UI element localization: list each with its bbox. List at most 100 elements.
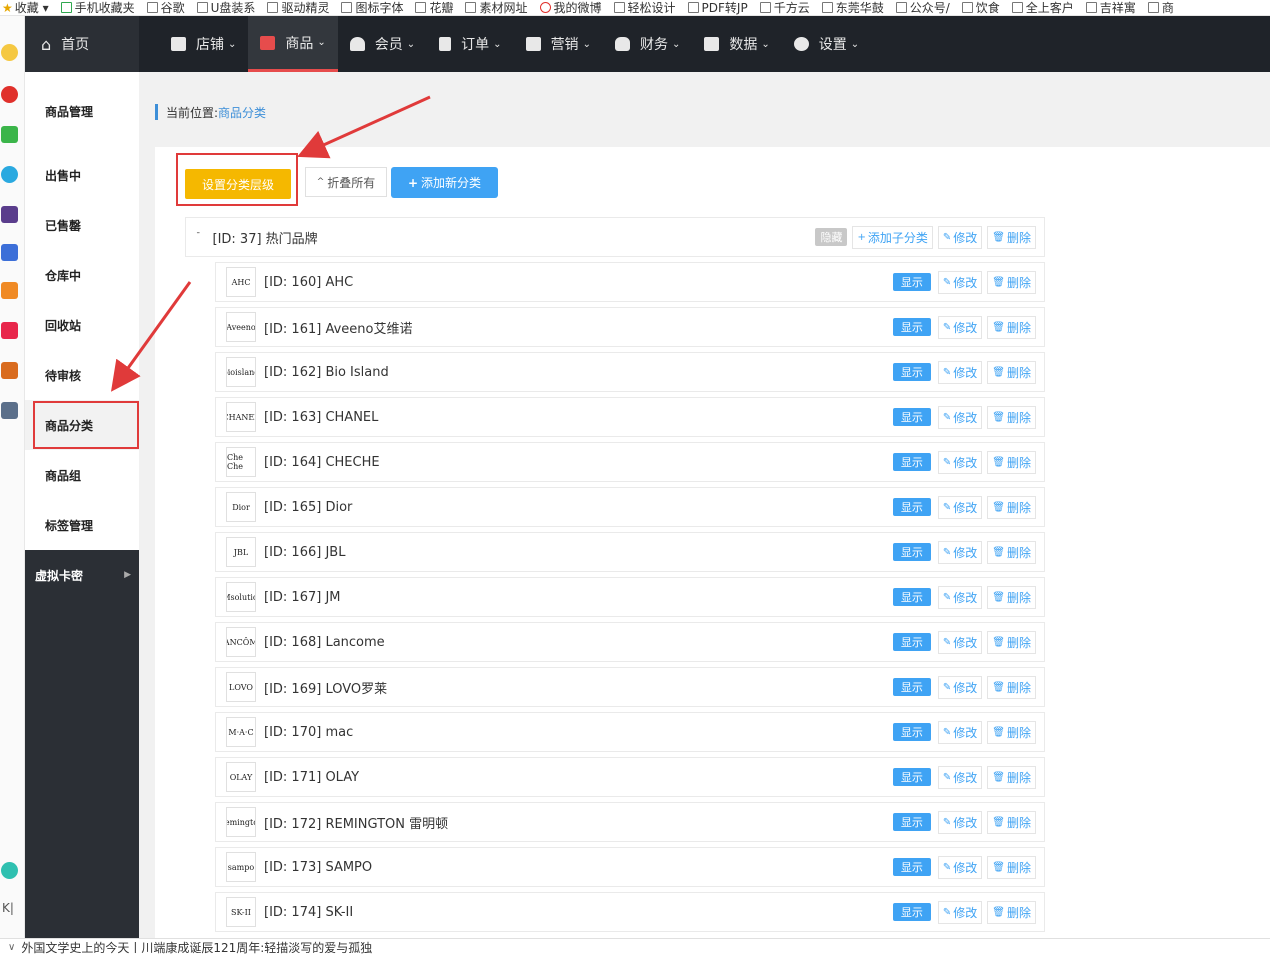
edit-button[interactable]: ✎ 修改 bbox=[937, 405, 983, 429]
bookmark-item[interactable]: 商 bbox=[1147, 0, 1174, 15]
nav-finance[interactable]: 财务 ⌄ bbox=[603, 16, 692, 72]
bookmark-item[interactable]: 公众号/ bbox=[895, 0, 950, 15]
bookmark-item[interactable]: ★ 收藏 ▾ bbox=[2, 0, 49, 16]
game-icon[interactable] bbox=[1, 362, 18, 379]
status-badge[interactable]: 显示 bbox=[892, 363, 931, 381]
delete-button[interactable]: 🗑 删除 bbox=[987, 495, 1036, 519]
edit-button[interactable]: ✎ 修改 bbox=[937, 270, 983, 294]
edit-button[interactable]: ✎ 修改 bbox=[937, 855, 983, 879]
app-icon[interactable] bbox=[1, 322, 18, 339]
nav-store[interactable]: 店铺 ⌄ bbox=[159, 16, 248, 72]
bookmark-item[interactable]: 谷歌 bbox=[146, 0, 185, 15]
sidebar-item-goods-group[interactable]: 商品组 bbox=[25, 450, 139, 500]
delete-button[interactable]: 🗑 删除 bbox=[987, 585, 1036, 609]
sidebar-item-goods-manage[interactable]: 商品管理 bbox=[25, 86, 139, 136]
sidebar-item-virtual-cards[interactable]: 虚拟卡密 ▶ bbox=[25, 550, 139, 600]
bookmark-item[interactable]: PDF转JP bbox=[687, 0, 748, 15]
delete-button[interactable]: 🗑 删除 bbox=[987, 900, 1036, 924]
status-badge[interactable]: 显示 bbox=[892, 768, 931, 786]
delete-button[interactable]: 🗑 删除 bbox=[987, 720, 1036, 744]
delete-button[interactable]: 🗑 删除 bbox=[987, 360, 1036, 384]
delete-button[interactable]: 🗑 删除 bbox=[987, 810, 1036, 834]
status-badge[interactable]: 显示 bbox=[892, 633, 931, 651]
mail-icon[interactable] bbox=[1, 126, 18, 143]
bookmark-item[interactable]: 驱动精灵 bbox=[267, 0, 329, 15]
edit-button[interactable]: ✎ 修改 bbox=[937, 900, 983, 924]
bookmark-item[interactable]: 饮食 bbox=[961, 0, 1000, 15]
status-badge[interactable]: 显示 bbox=[892, 453, 931, 471]
status-badge[interactable]: 显示 bbox=[892, 318, 931, 336]
delete-button[interactable]: 🗑 删除 bbox=[987, 855, 1036, 879]
delete-button[interactable]: 🗑 删除 bbox=[987, 630, 1036, 654]
bookmark-item[interactable]: 千方云 bbox=[759, 0, 810, 15]
edit-button[interactable]: ✎ 修改 bbox=[937, 585, 983, 609]
status-badge[interactable]: 显示 bbox=[892, 498, 931, 516]
status-badge[interactable]: 显示 bbox=[892, 813, 931, 831]
edit-button[interactable]: ✎ 修改 bbox=[937, 675, 983, 699]
collapse-toggle-icon[interactable]: ˉ bbox=[196, 232, 201, 242]
edit-button[interactable]: ✎ 修改 bbox=[937, 630, 983, 654]
bookmark-item[interactable]: 轻松设计 bbox=[613, 0, 676, 15]
collapse-all-button[interactable]: ^ 折叠所有 bbox=[305, 167, 387, 197]
status-badge[interactable]: 显示 bbox=[892, 273, 931, 291]
chevron-down-icon[interactable]: ∨ bbox=[8, 942, 15, 953]
sidebar-item-pending-review[interactable]: 待审核 bbox=[25, 350, 139, 400]
sidebar-item-on-sale[interactable]: 出售中 bbox=[25, 150, 139, 200]
edit-button[interactable]: ✎ 修改 bbox=[937, 495, 983, 519]
game-icon[interactable] bbox=[1, 402, 18, 419]
bookmark-item[interactable]: 全上客户 bbox=[1011, 0, 1074, 15]
status-badge[interactable]: 显示 bbox=[892, 543, 931, 561]
edit-button[interactable]: ✎ 修改 bbox=[937, 225, 983, 249]
status-badge[interactable]: 显示 bbox=[892, 858, 931, 876]
favorites-icon[interactable] bbox=[1, 44, 18, 61]
edit-button[interactable]: ✎ 修改 bbox=[937, 720, 983, 744]
delete-button[interactable]: 🗑 删除 bbox=[987, 270, 1036, 294]
app-icon[interactable] bbox=[1, 244, 18, 261]
edit-button[interactable]: ✎ 修改 bbox=[937, 810, 983, 834]
status-badge[interactable]: 隐藏 bbox=[815, 228, 848, 246]
edit-button[interactable]: ✎ 修改 bbox=[937, 315, 983, 339]
add-child-button[interactable]: + 添加子分类 bbox=[852, 225, 933, 249]
bookmark-item[interactable]: 东莞华鼓 bbox=[821, 0, 884, 15]
nav-order[interactable]: 订单 ⌄ bbox=[427, 16, 513, 72]
edit-button[interactable]: ✎ 修改 bbox=[937, 360, 983, 384]
sidebar-item-warehouse[interactable]: 仓库中 bbox=[25, 250, 139, 300]
bookmark-item[interactable]: 花瓣 bbox=[415, 0, 453, 15]
app-icon[interactable] bbox=[1, 206, 18, 223]
add-category-button[interactable]: + 添加新分类 bbox=[391, 167, 498, 198]
delete-button[interactable]: 🗑 删除 bbox=[987, 765, 1036, 789]
nav-data[interactable]: 数据 ⌄ bbox=[692, 16, 781, 72]
nav-settings[interactable]: 设置 ⌄ bbox=[782, 16, 871, 72]
collapse-icon[interactable]: K| bbox=[2, 901, 14, 915]
delete-button[interactable]: 🗑 删除 bbox=[987, 405, 1036, 429]
sidebar-item-tags[interactable]: 标签管理 bbox=[25, 500, 139, 550]
app-icon[interactable] bbox=[1, 862, 18, 879]
nav-member[interactable]: 会员 ⌄ bbox=[338, 16, 427, 72]
bookmark-item[interactable]: 手机收藏夹 bbox=[60, 0, 135, 15]
nav-home[interactable]: ⌂ 首页 bbox=[25, 16, 139, 72]
bookmark-item[interactable]: 素材网址 bbox=[465, 0, 528, 15]
delete-button[interactable]: 🗑 删除 bbox=[987, 225, 1036, 249]
delete-button[interactable]: 🗑 删除 bbox=[987, 450, 1036, 474]
bookmark-item[interactable]: 我的微博 bbox=[539, 0, 602, 15]
nav-goods[interactable]: 商品 ⌄ bbox=[248, 16, 338, 72]
status-badge[interactable]: 显示 bbox=[892, 678, 931, 696]
status-badge[interactable]: 显示 bbox=[892, 408, 931, 426]
sidebar-item-sold-out[interactable]: 已售罄 bbox=[25, 200, 139, 250]
app-icon[interactable] bbox=[1, 166, 18, 183]
bookmark-item[interactable]: 吉祥寓 bbox=[1085, 0, 1136, 15]
breadcrumb-current[interactable]: 商品分类 bbox=[218, 104, 266, 121]
delete-button[interactable]: 🗑 删除 bbox=[987, 540, 1036, 564]
edit-button[interactable]: ✎ 修改 bbox=[937, 450, 983, 474]
nav-marketing[interactable]: 营销 ⌄ bbox=[514, 16, 603, 72]
app-icon[interactable] bbox=[1, 282, 18, 299]
news-ticker[interactable]: 外国文学史上的今天丨川端康成诞辰121周年:轻描淡写的爱与孤独 bbox=[21, 939, 372, 956]
edit-button[interactable]: ✎ 修改 bbox=[937, 540, 983, 564]
status-badge[interactable]: 显示 bbox=[892, 588, 931, 606]
status-badge[interactable]: 显示 bbox=[892, 903, 931, 921]
status-badge[interactable]: 显示 bbox=[892, 723, 931, 741]
weibo-icon[interactable] bbox=[1, 86, 18, 103]
bookmark-item[interactable]: 图标字体 bbox=[341, 0, 403, 15]
bookmark-item[interactable]: U盘装系 bbox=[196, 0, 255, 15]
delete-button[interactable]: 🗑 删除 bbox=[987, 675, 1036, 699]
